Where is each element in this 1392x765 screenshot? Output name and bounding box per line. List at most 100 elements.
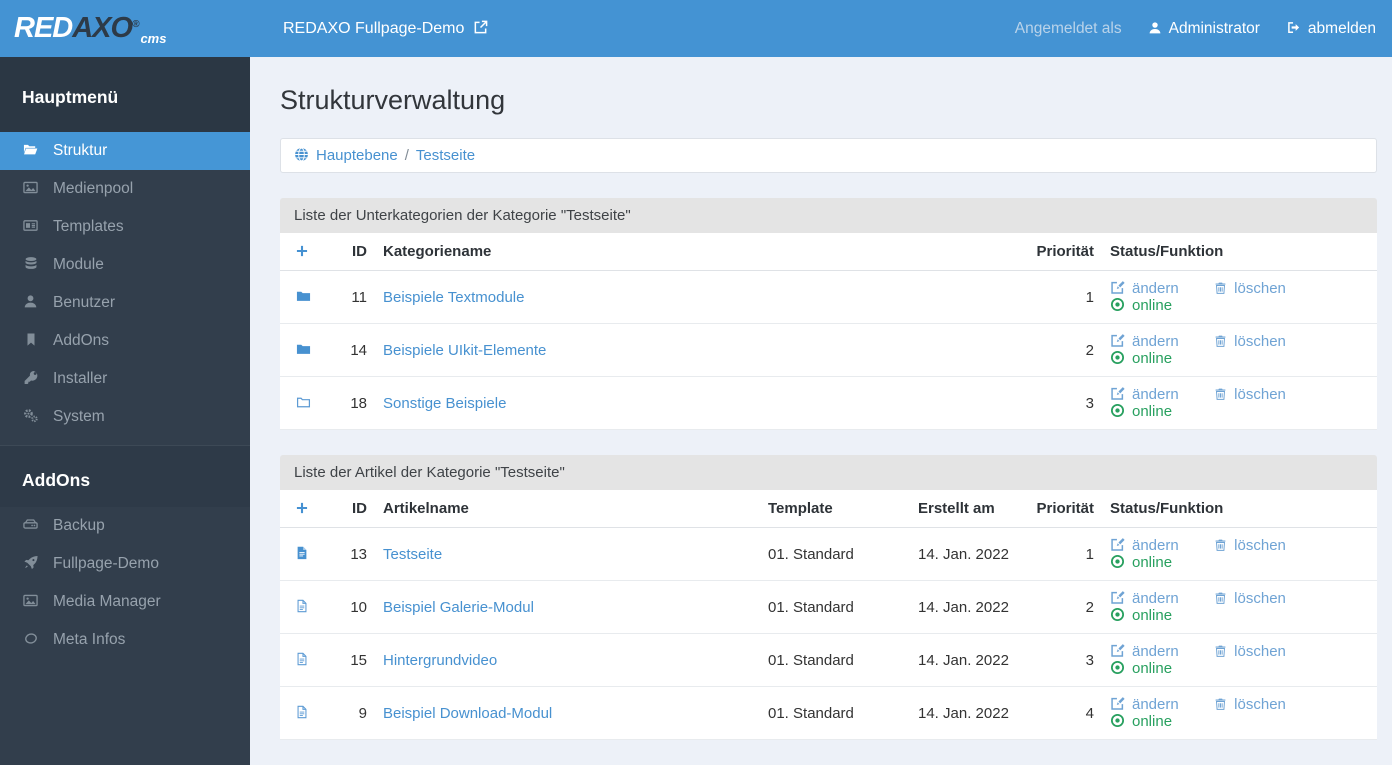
- edit-link[interactable]: ändern: [1110, 590, 1210, 607]
- edit-link[interactable]: ändern: [1110, 280, 1210, 297]
- image-icon: [21, 593, 40, 611]
- category-link[interactable]: Beispiele Textmodule: [383, 289, 524, 306]
- online-label: online: [1132, 660, 1173, 677]
- row-created: 14. Jan. 2022: [910, 686, 1022, 740]
- edit-link[interactable]: ändern: [1110, 537, 1210, 554]
- online-status-link[interactable]: online: [1110, 660, 1172, 677]
- sidebar-item-benutzer[interactable]: Benutzer: [0, 284, 250, 322]
- sidebar-item-label: Fullpage-Demo: [53, 555, 159, 572]
- user-icon: [1148, 20, 1162, 38]
- online-label: online: [1132, 350, 1173, 367]
- row-id: 13: [325, 527, 375, 581]
- categories-panel: Liste der Unterkategorien der Kategorie …: [280, 198, 1377, 430]
- sidebar-item-struktur[interactable]: Struktur: [0, 132, 250, 170]
- category-link[interactable]: Sonstige Beispiele: [383, 395, 506, 412]
- sidebar-item-system[interactable]: System: [0, 398, 250, 436]
- addons-menu-title: AddOns: [0, 445, 250, 507]
- table-row: 10 Beispiel Galerie-Modul 01. Standard 1…: [280, 580, 1377, 634]
- online-status-link[interactable]: online: [1110, 297, 1172, 314]
- breadcrumb-root-link[interactable]: Hauptebene: [294, 147, 398, 164]
- sidebar-item-media-manager[interactable]: Media Manager: [0, 583, 250, 621]
- trash-icon: [1214, 280, 1227, 297]
- edit-label: ändern: [1132, 280, 1179, 297]
- sidebar-item-templates[interactable]: Templates: [0, 208, 250, 246]
- pencil-square-icon: [1110, 333, 1125, 350]
- sidebar-item-fullpage-demo[interactable]: Fullpage-Demo: [0, 545, 250, 583]
- sidebar-item-module[interactable]: Module: [0, 246, 250, 284]
- column-header-status: Status/Funktion: [1102, 490, 1377, 528]
- logout-link[interactable]: abmelden: [1286, 20, 1376, 38]
- table-row: 15 Hintergrundvideo 01. Standard 14. Jan…: [280, 633, 1377, 687]
- delete-link[interactable]: löschen: [1214, 643, 1314, 660]
- delete-label: löschen: [1234, 643, 1286, 660]
- breadcrumb-current-link[interactable]: Testseite: [416, 147, 475, 164]
- sidebar-item-backup[interactable]: Backup: [0, 507, 250, 545]
- sidebar-item-label: System: [53, 408, 105, 425]
- globe-icon: [294, 147, 309, 164]
- delete-link[interactable]: löschen: [1214, 386, 1314, 403]
- top-header: REDAXO®cms REDAXO Fullpage-Demo Angemeld…: [0, 0, 1392, 57]
- online-status-link[interactable]: online: [1110, 713, 1172, 730]
- logo-red: RED: [14, 12, 73, 44]
- registered-mark: ®: [132, 19, 140, 30]
- dot-circle-icon: [1110, 350, 1125, 367]
- logged-in-as-label: Angemeldet als: [1014, 19, 1122, 37]
- redaxo-logo: REDAXO®cms: [0, 12, 250, 46]
- pencil-square-icon: [1110, 643, 1125, 660]
- trash-icon: [1214, 537, 1227, 554]
- sign-out-icon: [1286, 20, 1301, 38]
- online-label: online: [1132, 403, 1173, 420]
- delete-link[interactable]: löschen: [1214, 333, 1314, 350]
- pencil-square-icon: [1110, 386, 1125, 403]
- online-status-link[interactable]: online: [1110, 350, 1172, 367]
- row-id: 11: [325, 270, 375, 324]
- sidebar-item-label: Struktur: [53, 142, 108, 159]
- user-name: Administrator: [1168, 19, 1260, 37]
- edit-link[interactable]: ändern: [1110, 333, 1210, 350]
- column-header-created: Erstellt am: [910, 490, 1022, 528]
- categories-table: ID Kategoriename Priorität Status/Funkti…: [280, 233, 1377, 430]
- dot-circle-icon: [1110, 713, 1125, 730]
- sidebar-item-label: Templates: [53, 218, 124, 235]
- current-user-link[interactable]: Administrator: [1148, 20, 1260, 38]
- online-status-link[interactable]: online: [1110, 554, 1172, 571]
- sidebar-item-addons[interactable]: AddOns: [0, 322, 250, 360]
- column-header-id: ID: [325, 490, 375, 528]
- add-article-button[interactable]: [295, 500, 309, 517]
- file-outline-icon: [295, 652, 309, 669]
- sidebar-item-label: Installer: [53, 370, 108, 387]
- pencil-square-icon: [1110, 590, 1125, 607]
- logo-axo: AXO: [72, 12, 133, 44]
- hdd-icon: [21, 517, 40, 535]
- row-priority: 3: [1022, 376, 1102, 430]
- category-link[interactable]: Beispiele UIkit-Elemente: [383, 342, 546, 359]
- online-status-link[interactable]: online: [1110, 403, 1172, 420]
- row-priority: 2: [1022, 323, 1102, 377]
- online-status-link[interactable]: online: [1110, 607, 1172, 624]
- article-link[interactable]: Testseite: [383, 546, 442, 563]
- table-row: 13 Testseite 01. Standard 14. Jan. 2022 …: [280, 527, 1377, 581]
- delete-link[interactable]: löschen: [1214, 537, 1314, 554]
- row-id: 10: [325, 580, 375, 634]
- article-link[interactable]: Hintergrundvideo: [383, 652, 497, 669]
- sidebar-item-installer[interactable]: Installer: [0, 360, 250, 398]
- logo-cms: cms: [140, 31, 167, 46]
- row-created: 14. Jan. 2022: [910, 527, 1022, 581]
- edit-link[interactable]: ändern: [1110, 643, 1210, 660]
- site-frontend-link[interactable]: REDAXO Fullpage-Demo: [283, 20, 488, 38]
- delete-link[interactable]: löschen: [1214, 696, 1314, 713]
- article-link[interactable]: Beispiel Download-Modul: [383, 705, 552, 722]
- sidebar-item-medienpool[interactable]: Medienpool: [0, 170, 250, 208]
- edit-label: ändern: [1132, 333, 1179, 350]
- delete-link[interactable]: löschen: [1214, 590, 1314, 607]
- edit-link[interactable]: ändern: [1110, 386, 1210, 403]
- trash-icon: [1214, 590, 1227, 607]
- edit-link[interactable]: ändern: [1110, 696, 1210, 713]
- delete-link[interactable]: löschen: [1214, 280, 1314, 297]
- sidebar-item-label: AddOns: [53, 332, 110, 349]
- dot-circle-icon: [1110, 403, 1125, 420]
- add-category-button[interactable]: [295, 243, 309, 260]
- sidebar-item-label: Benutzer: [53, 294, 116, 311]
- sidebar-item-meta-infos[interactable]: Meta Infos: [0, 621, 250, 659]
- article-link[interactable]: Beispiel Galerie-Modul: [383, 599, 534, 616]
